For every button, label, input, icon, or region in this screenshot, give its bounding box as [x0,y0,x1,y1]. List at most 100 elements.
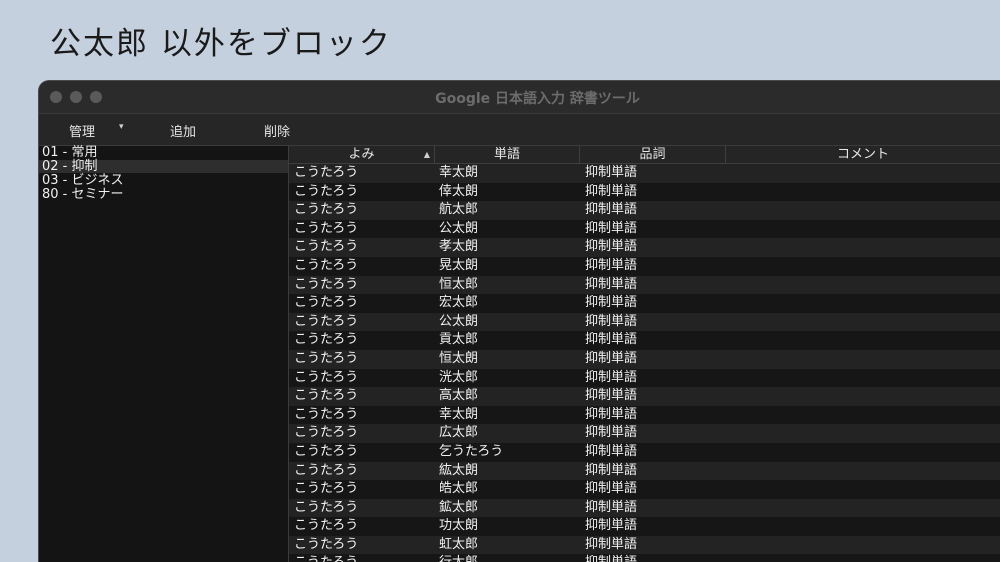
cell-part-of-speech: 抑制単語 [585,295,638,311]
cell-word: 皓太郎 [439,481,479,497]
entries-table: よみ ▲ 単語 品詞 コメント こうたろう 幸太朗 抑制単語 こうたろう 倖太朗 抑制単語… [289,146,1000,562]
dictionary-item-business[interactable]: 03 - ビジネス [39,174,288,187]
table-row[interactable]: こうたろう 紘太朗 抑制単語 [289,461,1000,481]
cell-comment [731,313,991,332]
cell-reading: こうたろう [294,220,359,236]
cell-part-of-speech: 抑制単語 [585,425,638,441]
slide-title: 公太郎 以外をブロック [50,26,392,62]
cell-word: 幸太朗 [439,406,479,422]
cell-comment [731,201,991,220]
column-header-reading[interactable]: よみ ▲ [289,146,435,163]
cell-word: 乞うたろう [439,443,504,459]
cell-word: 広太郎 [439,425,479,441]
column-header-comment[interactable]: コメント [726,146,1000,163]
chevron-down-icon[interactable]: ▾ [119,122,124,132]
table-row[interactable]: こうたろう 洸太郎 抑制単語 [289,368,1000,388]
cell-part-of-speech: 抑制単語 [585,183,638,199]
cell-part-of-speech: 抑制単語 [585,369,638,385]
cell-reading: こうたろう [294,313,359,329]
cell-comment [731,276,991,295]
cell-part-of-speech: 抑制単語 [585,220,638,236]
cell-word: 公太朗 [439,220,479,236]
cell-comment [731,443,991,462]
cell-reading: こうたろう [294,406,359,422]
column-header-part-of-speech[interactable]: 品詞 [580,146,726,163]
table-row[interactable]: こうたろう 恒太郎 抑制単語 [289,275,1000,295]
cell-part-of-speech: 抑制単語 [585,165,638,180]
table-row[interactable]: こうたろう 功太朗 抑制単語 [289,517,1000,536]
cell-word: 公太朗 [439,313,479,329]
table-row[interactable]: こうたろう 高太郎 抑制単語 [289,387,1000,406]
cell-reading: こうたろう [294,518,359,534]
table-row[interactable]: こうたろう 乞うたろう 抑制単語 [289,442,1000,462]
cell-word: 行太郎 [439,554,575,562]
table-row[interactable]: こうたろう 公太朗 抑制単語 [289,219,1000,239]
cell-comment [731,257,991,276]
table-row[interactable]: こうたろう 航太郎 抑制単語 [289,201,1000,220]
cell-comment [731,350,991,369]
cell-comment [731,369,991,388]
table-row[interactable]: こうたろう 宏太郎 抑制単語 [289,294,1000,313]
cell-reading: こうたろう [294,536,359,552]
cell-word: 高太郎 [439,388,479,404]
table-row[interactable]: こうたろう 孝太朗 抑制単語 [289,238,1000,257]
table-row[interactable]: こうたろう 行太郎 抑制単語 [289,554,1000,562]
cell-word: 貢太郎 [439,332,479,348]
cell-comment [731,220,991,239]
cell-reading: こうたろう [294,350,359,366]
add-button[interactable]: 追加 [170,121,196,140]
toolbar: 管理 ▾ 追加 削除 [39,114,1000,146]
manage-menu-button[interactable]: 管理 [69,121,95,140]
table-row[interactable]: こうたろう 幸太朗 抑制単語 [289,164,1000,183]
dictionary-item-suppress[interactable]: 02 - 抑制 [39,160,288,173]
cell-part-of-speech: 抑制単語 [585,518,638,534]
table-row[interactable]: こうたろう 倖太朗 抑制単語 [289,182,1000,202]
cell-part-of-speech: 抑制単語 [585,462,638,478]
cell-part-of-speech: 抑制単語 [585,536,638,552]
cell-comment [731,536,991,555]
column-header-word[interactable]: 単語 [435,146,580,163]
cell-reading: こうたろう [294,554,430,562]
table-row[interactable]: こうたろう 皓太郎 抑制単語 [289,480,1000,499]
cell-word: 孝太朗 [439,239,479,255]
cell-comment [731,499,991,518]
table-row[interactable]: こうたろう 虹太郎 抑制単語 [289,535,1000,555]
table-row[interactable]: こうたろう 晃太朗 抑制単語 [289,256,1000,276]
title-bar[interactable]: Google 日本語入力 辞書ツール [39,81,1000,114]
table-body: こうたろう 幸太朗 抑制単語 こうたろう 倖太朗 抑制単語 こうたろう 航太郎 抑制単語 こうたろ… [289,164,1000,562]
cell-word: 幸太朗 [439,165,479,180]
cell-reading: こうたろう [294,443,359,459]
cell-part-of-speech: 抑制単語 [585,388,638,404]
table-row[interactable]: こうたろう 幸太朗 抑制単語 [289,405,1000,425]
table-row[interactable]: こうたろう 貢太郎 抑制単語 [289,331,1000,350]
cell-word: 倖太朗 [439,183,479,199]
cell-part-of-speech: 抑制単語 [585,239,638,255]
cell-part-of-speech: 抑制単語 [585,443,638,459]
table-row[interactable]: こうたろう 広太郎 抑制単語 [289,424,1000,443]
cell-word: 恒太朗 [439,350,479,366]
column-header-label: よみ [348,147,375,162]
cell-reading: こうたろう [294,332,359,348]
cell-word: 航太郎 [439,202,479,218]
cell-reading: こうたろう [294,462,359,478]
delete-button[interactable]: 削除 [264,121,290,140]
cell-reading: こうたろう [294,499,359,515]
cell-comment [731,462,991,481]
dictionary-item-seminar[interactable]: 80 - セミナー [39,188,288,201]
cell-comment [731,480,991,499]
cell-part-of-speech: 抑制単語 [585,481,638,497]
dictionary-item-common[interactable]: 01 - 常用 [39,146,288,159]
cell-comment [731,238,991,257]
table-row[interactable]: こうたろう 恒太朗 抑制単語 [289,349,1000,369]
table-row[interactable]: こうたろう 鉱太郎 抑制単語 [289,498,1000,518]
sort-ascending-icon: ▲ [423,150,430,159]
cell-reading: こうたろう [294,239,359,255]
cell-comment [731,164,991,183]
cell-part-of-speech: 抑制単語 [585,332,638,348]
cell-reading: こうたろう [294,202,359,218]
cell-comment [731,554,991,562]
table-row[interactable]: こうたろう 公太朗 抑制単語 [289,312,1000,332]
cell-comment [731,294,991,313]
cell-part-of-speech: 抑制単語 [585,554,721,562]
dictionary-list: 01 - 常用 02 - 抑制 03 - ビジネス 80 - セミナー [39,146,289,562]
